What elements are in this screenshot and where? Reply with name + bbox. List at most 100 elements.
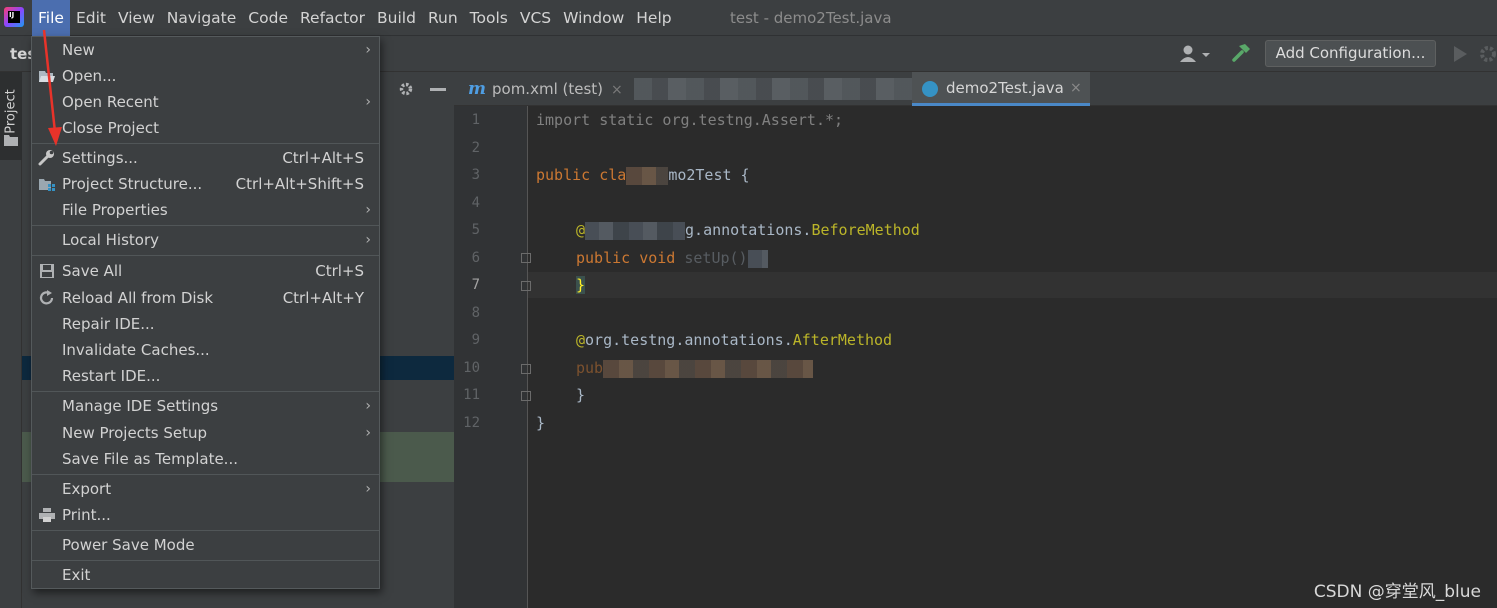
current-line-highlight (528, 272, 1497, 298)
menu-item-label: Reload All from Disk (62, 289, 214, 307)
menu-item-label: Project Structure... (62, 175, 203, 193)
menu-item-label: Repair IDE... (62, 315, 155, 333)
code-line-9[interactable]: @org.testng.annotations.AfterMethod (576, 330, 892, 350)
menu-item-label: Open... (62, 67, 117, 85)
menu-item-label: Export (62, 480, 112, 498)
submenu-arrow-icon: › (365, 232, 371, 248)
code-keyword: public cla (536, 166, 627, 184)
code-line-5[interactable]: @ g.annotations.BeforeMethod (576, 220, 920, 240)
project-tool-tab[interactable]: Project (0, 72, 22, 160)
menu-window[interactable]: Window (557, 0, 630, 36)
fold-marker-icon[interactable] (521, 253, 531, 263)
fold-marker-icon[interactable] (521, 364, 531, 374)
project-structure-icon (39, 179, 55, 191)
menu-item-file-properties[interactable]: File Properties › (32, 197, 379, 223)
menu-item-label: Restart IDE... (62, 367, 161, 385)
settings-gear-icon[interactable] (397, 80, 415, 98)
tab-pom-xml[interactable]: m pom.xml (test) × (468, 72, 623, 106)
menu-item-project-structure[interactable]: Project Structure... Ctrl+Alt+Shift+S (32, 171, 379, 197)
menu-shortcut: Ctrl+S (315, 262, 364, 280)
menu-item-print[interactable]: Print... (32, 502, 379, 528)
menu-item-repair-ide[interactable]: Repair IDE... (32, 311, 379, 337)
fold-marker-icon[interactable] (521, 281, 531, 291)
redacted-text (747, 249, 768, 268)
menu-item-settings[interactable]: Settings... Ctrl+Alt+S (32, 145, 379, 171)
menu-item-open-recent[interactable]: Open Recent › (32, 89, 379, 115)
tab-active-label: demo2Test.java (946, 79, 1064, 97)
menu-item-label: Exit (62, 566, 91, 584)
code-line-3[interactable]: public cla mo2Test { (536, 165, 750, 185)
redacted-text (585, 221, 686, 240)
line-number: 11 (463, 387, 480, 403)
menu-item-invalidate-caches[interactable]: Invalidate Caches... (32, 337, 379, 363)
menu-tools[interactable]: Tools (464, 0, 514, 36)
code-line-12[interactable]: } (536, 413, 545, 433)
line-number: 3 (471, 167, 480, 183)
menu-vcs[interactable]: VCS (514, 0, 557, 36)
menu-item-local-history[interactable]: Local History › (32, 227, 379, 253)
code-annotation: BeforeMethod (811, 221, 920, 239)
menu-item-export[interactable]: Export › (32, 476, 379, 502)
code-line-10[interactable]: pub (576, 358, 814, 378)
menu-item-new-projects-setup[interactable]: New Projects Setup › (32, 420, 379, 446)
code-line-11[interactable]: } (576, 385, 585, 405)
window-title: test - demo2Test.java (730, 9, 892, 27)
menu-item-close-project[interactable]: Close Project (32, 115, 379, 141)
redacted-text (603, 359, 814, 378)
menu-file[interactable]: File (32, 0, 70, 36)
line-number: 5 (471, 222, 480, 238)
menu-code[interactable]: Code (242, 0, 294, 36)
code-text: setUp() (684, 249, 748, 267)
menu-bar: IJ File Edit View Navigate Code Refactor… (0, 0, 1497, 36)
menu-help[interactable]: Help (630, 0, 677, 36)
build-hammer-icon[interactable] (1230, 42, 1252, 64)
code-text: mo2Test { (668, 166, 750, 184)
line-number: 7 (471, 277, 480, 293)
menu-view[interactable]: View (112, 0, 161, 36)
menu-item-new[interactable]: New › (32, 37, 379, 63)
menu-shortcut: Ctrl+Alt+Shift+S (235, 175, 364, 193)
close-icon[interactable]: × (1070, 72, 1082, 105)
code-line-1[interactable]: import static org.testng.Assert.*; (536, 110, 843, 130)
menu-item-manage-ide-settings[interactable]: Manage IDE Settings › (32, 393, 379, 419)
menu-item-save-as-template[interactable]: Save File as Template... (32, 446, 379, 472)
tab-demo2test-java[interactable]: demo2Test.java × (912, 72, 1090, 106)
menu-separator (32, 255, 379, 256)
menu-item-open[interactable]: Open... (32, 63, 379, 89)
code-line-6[interactable]: public void setUp() (576, 248, 768, 268)
menu-item-save-all[interactable]: Save All Ctrl+S (32, 258, 379, 284)
run-icon[interactable] (1452, 45, 1468, 63)
watermark: CSDN @穿堂风_blue (1313, 582, 1481, 602)
fold-marker-icon[interactable] (521, 391, 531, 401)
hide-panel-icon[interactable] (430, 88, 446, 91)
menu-item-label: New Projects Setup (62, 424, 208, 442)
open-folder-icon (39, 71, 55, 82)
code-annotation: AfterMethod (792, 331, 893, 349)
menu-item-restart-ide[interactable]: Restart IDE... (32, 363, 379, 389)
java-class-icon (922, 81, 938, 97)
menu-build[interactable]: Build (371, 0, 422, 36)
menu-item-label: Open Recent (62, 93, 159, 111)
menu-navigate[interactable]: Navigate (161, 0, 243, 36)
line-number: 1 (471, 112, 480, 128)
menu-item-exit[interactable]: Exit (32, 562, 379, 588)
menu-separator (32, 474, 379, 475)
code-keyword: public void (576, 249, 676, 267)
menu-item-power-save-mode[interactable]: Power Save Mode (32, 532, 379, 558)
menu-refactor[interactable]: Refactor (294, 0, 371, 36)
submenu-arrow-icon: › (365, 398, 371, 414)
menu-item-reload-all[interactable]: Reload All from Disk Ctrl+Alt+Y (32, 285, 379, 311)
reload-icon (39, 290, 54, 305)
menu-separator (32, 225, 379, 226)
add-configuration-button[interactable]: Add Configuration... (1265, 40, 1436, 67)
code-keyword: pub (576, 359, 604, 377)
tab-pom-label: pom.xml (test) (492, 80, 604, 98)
code-annotation-at: @ (576, 221, 586, 239)
menu-run[interactable]: Run (422, 0, 464, 36)
submenu-arrow-icon: › (365, 42, 371, 58)
close-icon[interactable]: × (611, 82, 623, 98)
user-account-icon[interactable] (1178, 43, 1212, 65)
menu-edit[interactable]: Edit (70, 0, 112, 36)
code-line-7[interactable]: } (576, 275, 586, 295)
debug-gear-icon[interactable] (1478, 44, 1497, 64)
